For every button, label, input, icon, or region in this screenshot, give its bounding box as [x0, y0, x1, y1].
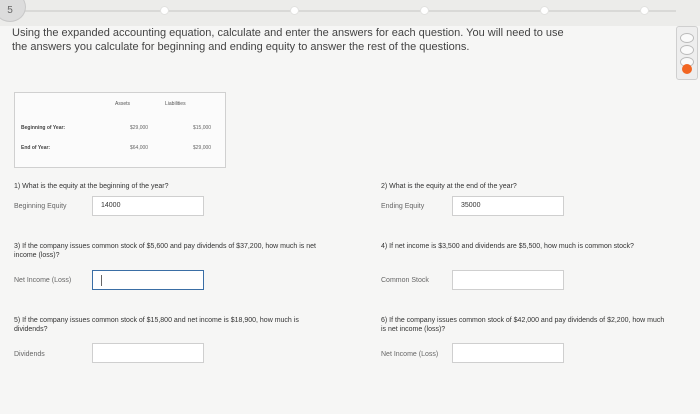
end-assets: $64,000 [130, 145, 149, 151]
end-liabilities: $29,000 [193, 145, 212, 151]
current-indicator-icon [682, 64, 692, 74]
progress-step[interactable] [420, 6, 429, 15]
question-3-label: Net Income (Loss) [14, 277, 72, 284]
nav-dot[interactable] [680, 33, 694, 43]
ending-equity-input[interactable]: 35000 [452, 196, 564, 216]
row-label-end: End of Year: [21, 145, 51, 151]
dividends-input[interactable] [92, 343, 204, 363]
beginning-assets: $29,000 [130, 125, 149, 131]
nav-dot[interactable] [680, 45, 694, 55]
question-4-text: 4) If net income is $3,500 and dividends… [381, 243, 634, 250]
beginning-equity-input[interactable]: 14000 [92, 196, 204, 216]
question-1-label: Beginning Equity [14, 203, 67, 210]
progress-step[interactable] [290, 6, 299, 15]
progress-track [24, 10, 676, 12]
question-5-label: Dividends [14, 351, 45, 358]
question-6-text: 6) If the company issues common stock of… [381, 317, 665, 333]
net-income-input-q6[interactable] [452, 343, 564, 363]
question-1-text: 1) What is the equity at the beginning o… [14, 183, 169, 190]
instructions-text: Using the expanded accounting equation, … [12, 27, 564, 53]
balance-table: Assets Liabilities Beginning of Year: $2… [14, 92, 226, 168]
progress-step[interactable] [160, 6, 169, 15]
net-income-input-q3[interactable] [92, 270, 204, 290]
question-5-text: 5) If the company issues common stock of… [14, 317, 299, 333]
row-label-beginning: Beginning of Year: [21, 125, 66, 131]
assets-header: Assets [115, 101, 131, 107]
text-cursor [101, 275, 102, 286]
question-2-text: 2) What is the equity at the end of the … [381, 183, 517, 190]
progress-step[interactable] [540, 6, 549, 15]
question-4-label: Common Stock [381, 277, 429, 284]
side-navigation[interactable] [676, 26, 698, 80]
beginning-liabilities: $15,000 [193, 125, 212, 131]
top-progress-bar: 5 [0, 0, 700, 26]
progress-step[interactable] [640, 6, 649, 15]
common-stock-input[interactable] [452, 270, 564, 290]
question-number-badge: 5 [0, 0, 26, 22]
question-2-label: Ending Equity [381, 203, 425, 210]
question-6-label: Net Income (Loss) [381, 351, 439, 358]
question-3-text: 3) If the company issues common stock of… [14, 243, 316, 259]
liabilities-header: Liabilities [165, 101, 186, 107]
